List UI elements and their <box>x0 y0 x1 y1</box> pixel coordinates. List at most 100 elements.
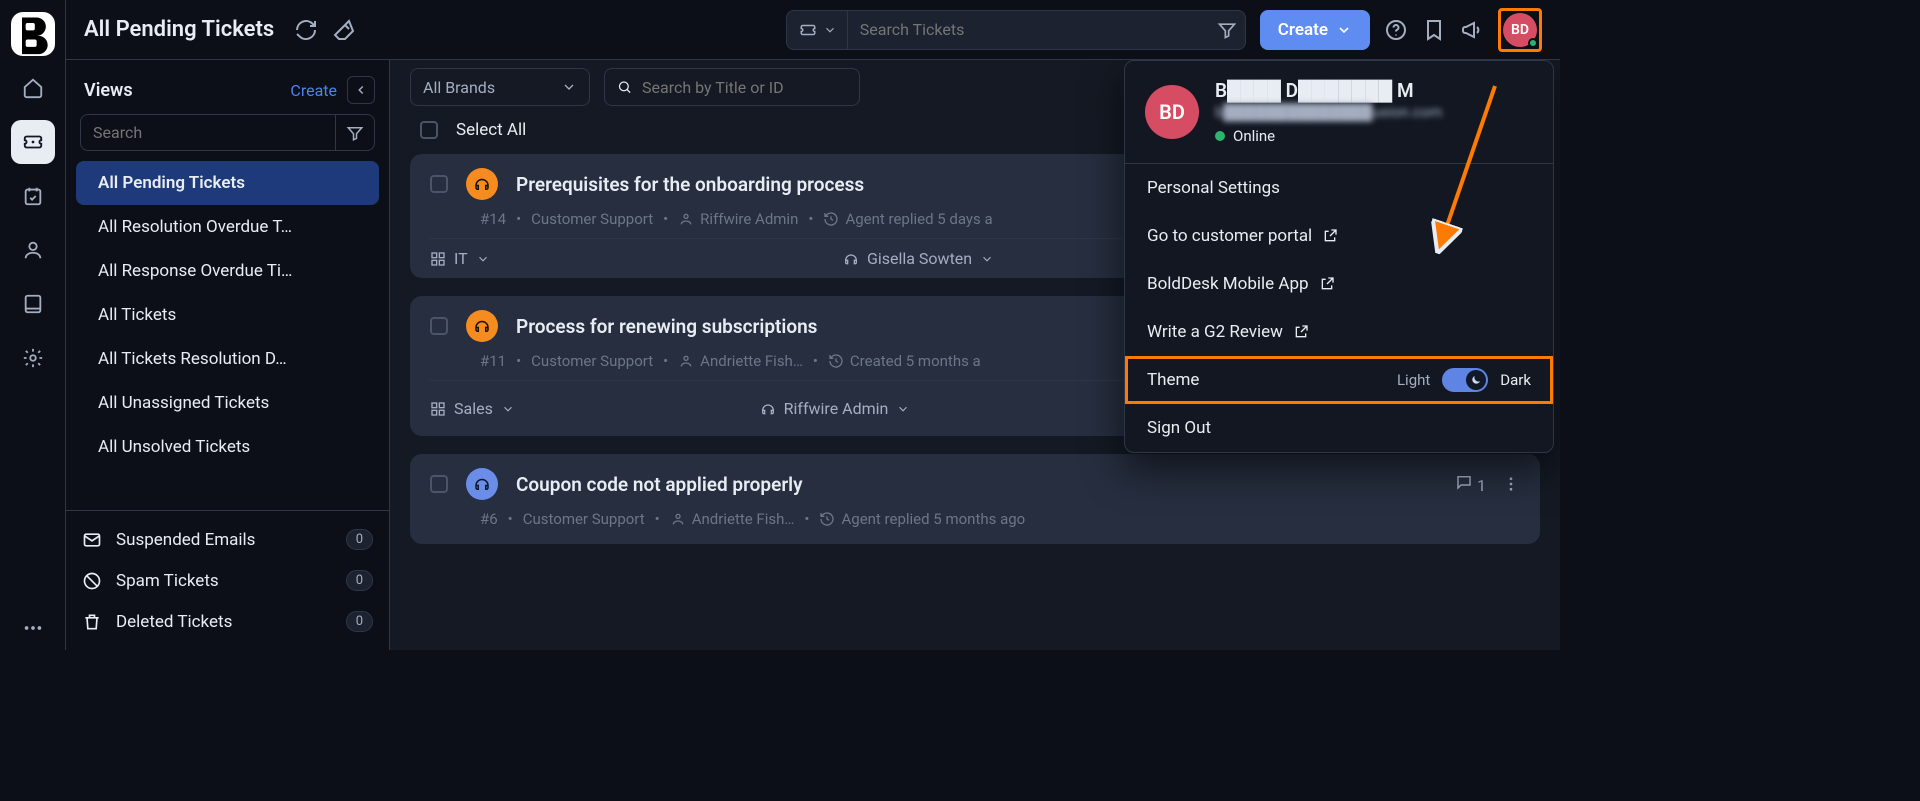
deleted-count: 0 <box>346 611 373 632</box>
collapse-sidebar-button[interactable] <box>347 76 375 104</box>
ticket-requester: Andriette Fish… <box>700 352 803 370</box>
ticket-id: #14 <box>480 210 506 228</box>
help-icon[interactable] <box>1384 18 1408 42</box>
select-all-checkbox[interactable] <box>420 121 438 139</box>
app-logo[interactable] <box>11 12 55 56</box>
ticket-activity: Agent replied 5 months ago <box>841 510 1025 528</box>
nav-more[interactable] <box>11 606 55 650</box>
ticket-title: Prerequisites for the onboarding process <box>516 173 864 196</box>
online-label: Online <box>1233 127 1275 145</box>
views-create-link[interactable]: Create <box>290 81 337 100</box>
headset-icon <box>760 401 776 417</box>
nav-tasks[interactable] <box>11 174 55 218</box>
ticket-checkbox[interactable] <box>430 475 448 493</box>
chevron-down-icon <box>1336 22 1352 38</box>
menu-label: Sign Out <box>1147 418 1211 438</box>
menu-label: Write a G2 Review <box>1147 322 1283 342</box>
theme-label: Theme <box>1147 370 1199 390</box>
user-icon <box>678 353 694 369</box>
customer-portal-link[interactable]: Go to customer portal <box>1125 212 1553 260</box>
deleted-tickets-link[interactable]: Deleted Tickets 0 <box>76 601 379 642</box>
create-button[interactable]: Create <box>1260 10 1370 50</box>
ticket-checkbox[interactable] <box>430 317 448 335</box>
views-search-input[interactable] <box>80 114 335 151</box>
popover-email: b██████████████usion.com <box>1215 103 1442 121</box>
ticket-group-field[interactable]: IT <box>430 249 490 268</box>
announce-icon[interactable] <box>1460 18 1484 42</box>
views-filter-button[interactable] <box>335 114 375 151</box>
profile-avatar-button[interactable]: BD <box>1503 13 1537 47</box>
nav-settings[interactable] <box>11 336 55 380</box>
menu-label: BoldDesk Mobile App <box>1147 274 1309 294</box>
chevron-down-icon <box>980 252 994 266</box>
spam-tickets-link[interactable]: Spam Tickets 0 <box>76 560 379 601</box>
nav-knowledge[interactable] <box>11 282 55 326</box>
title-search-input[interactable] <box>640 77 847 98</box>
mobile-app-link[interactable]: BoldDesk Mobile App <box>1125 260 1553 308</box>
ticket-title: Coupon code not applied properly <box>516 473 803 496</box>
theme-row: Theme Light Dark <box>1125 356 1553 404</box>
brand-selector[interactable]: All Brands <box>410 68 590 106</box>
ticket-agent-field[interactable]: Riffwire Admin <box>535 399 1135 418</box>
global-search-input[interactable] <box>858 19 1207 40</box>
nav-rail <box>0 0 66 650</box>
personal-settings-link[interactable]: Personal Settings <box>1125 164 1553 212</box>
filter-icon[interactable] <box>1217 20 1237 40</box>
view-item-resolution-due[interactable]: All Tickets Resolution D… <box>76 337 379 381</box>
global-search[interactable] <box>786 10 1246 50</box>
profile-avatar-highlight: BD <box>1498 8 1542 52</box>
ticket-activity: Created 5 months a <box>850 352 981 370</box>
external-link-icon <box>1293 324 1309 340</box>
ticket-brand: Customer Support <box>531 210 653 228</box>
search-scope-chip[interactable] <box>795 11 848 49</box>
popover-status: Online <box>1215 127 1442 145</box>
history-icon <box>819 511 835 527</box>
agent-label: Riffwire Admin <box>784 399 889 418</box>
external-link-icon <box>1322 228 1338 244</box>
suspended-emails-link[interactable]: Suspended Emails 0 <box>76 519 379 560</box>
view-item-resolution-overdue[interactable]: All Resolution Overdue T… <box>76 205 379 249</box>
deleted-label: Deleted Tickets <box>116 612 232 632</box>
more-icon[interactable] <box>1502 475 1520 493</box>
grid-icon <box>430 401 446 417</box>
ticket-card[interactable]: Coupon code not applied properly 1 #6• C… <box>410 454 1540 544</box>
ticket-requester: Riffwire Admin <box>700 210 798 228</box>
profile-popover: BD B████ D███████ M b██████████████usion… <box>1124 60 1554 453</box>
chevron-down-icon <box>823 23 837 37</box>
sign-out-link[interactable]: Sign Out <box>1125 404 1553 452</box>
chevron-down-icon <box>561 79 577 95</box>
search-icon <box>617 78 632 96</box>
view-item-unsolved[interactable]: All Unsolved Tickets <box>76 425 379 469</box>
history-icon <box>828 353 844 369</box>
view-item-unassigned[interactable]: All Unassigned Tickets <box>76 381 379 425</box>
chevron-down-icon <box>476 252 490 266</box>
menu-label: Personal Settings <box>1147 178 1280 198</box>
bookmark-icon[interactable] <box>1422 18 1446 42</box>
ticket-msgcount: 1 <box>1455 473 1486 495</box>
g2-review-link[interactable]: Write a G2 Review <box>1125 308 1553 356</box>
erase-icon[interactable] <box>332 18 356 42</box>
ticket-checkbox[interactable] <box>430 175 448 193</box>
ticket-type-icon <box>466 468 498 500</box>
nav-tickets[interactable] <box>11 120 55 164</box>
ticket-id: #6 <box>480 510 498 528</box>
view-item-response-overdue[interactable]: All Response Overdue Ti… <box>76 249 379 293</box>
trash-icon <box>82 612 102 632</box>
view-item-all-tickets[interactable]: All Tickets <box>76 293 379 337</box>
ticket-type-icon <box>466 310 498 342</box>
mail-icon <box>82 530 102 550</box>
spam-count: 0 <box>346 570 373 591</box>
theme-toggle[interactable] <box>1442 368 1488 392</box>
views-list: All Pending Tickets All Resolution Overd… <box>66 161 389 510</box>
chevron-down-icon <box>501 402 515 416</box>
nav-home[interactable] <box>11 66 55 110</box>
ticket-group-field[interactable]: Sales <box>430 399 515 418</box>
view-item-all-pending[interactable]: All Pending Tickets <box>76 161 379 205</box>
title-search[interactable] <box>604 68 860 106</box>
refresh-icon[interactable] <box>294 18 318 42</box>
popover-avatar: BD <box>1145 85 1199 139</box>
pop-initials: BD <box>1159 100 1185 124</box>
block-icon <box>82 571 102 591</box>
ticket-activity: Agent replied 5 days a <box>845 210 992 228</box>
nav-contacts[interactable] <box>11 228 55 272</box>
